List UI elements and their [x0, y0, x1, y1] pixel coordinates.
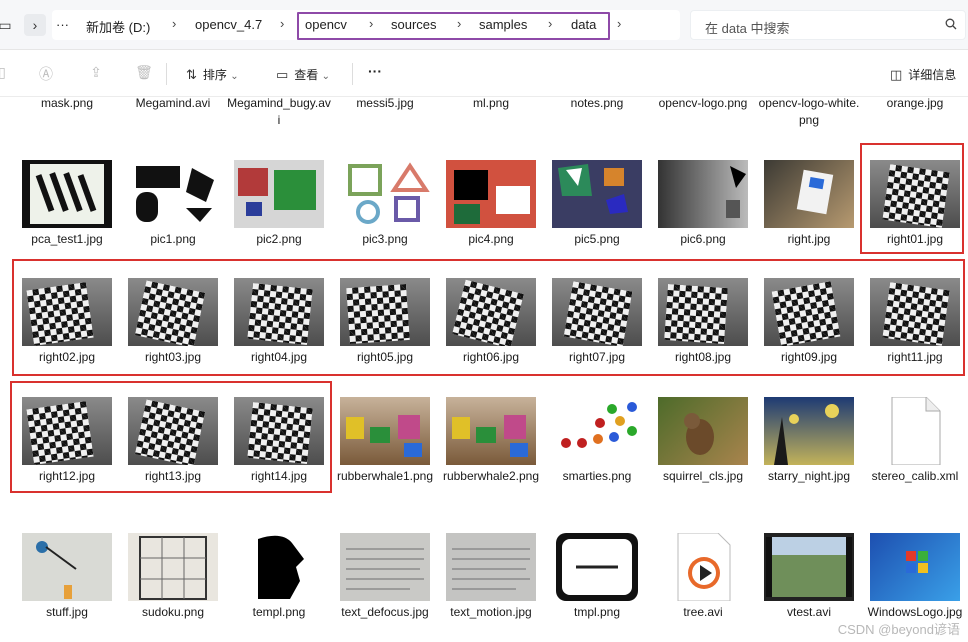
file-thumbnail: [340, 533, 430, 601]
expand-chevron-icon[interactable]: ›: [24, 14, 46, 36]
chevron-right-icon[interactable]: ›: [172, 16, 176, 31]
share-icon[interactable]: ⇪: [86, 64, 106, 84]
file-thumbnail: [446, 160, 536, 228]
file-name: messi5.jpg: [356, 97, 414, 110]
crumb-samples[interactable]: samples: [479, 17, 527, 32]
toolbar-divider: [352, 63, 353, 85]
file-name: pic6.png: [680, 232, 726, 246]
pc-icon[interactable]: ▭: [0, 14, 16, 36]
annotation-highlight-box: [10, 381, 332, 493]
crumb-sources[interactable]: sources: [391, 17, 437, 32]
file-thumbnail: [552, 160, 642, 228]
file-name: templ.png: [252, 605, 306, 619]
file-thumbnail: [446, 397, 536, 465]
file-name: pic5.png: [574, 232, 620, 246]
annotation-highlight-box: [860, 143, 964, 254]
file-name: smarties.png: [562, 469, 632, 483]
file-name: stereo_calib.xml: [871, 469, 959, 483]
file-name: starry_night.jpg: [767, 469, 851, 483]
command-bar: ▯ Ⓐ ⇪ 🗑 ⇅ 排序 ⌄ ▭ 查看 ⌄ ··· ◫ 详细信息: [0, 51, 968, 97]
file-name: orange.jpg: [886, 97, 944, 110]
file-name: opencv-logo.png: [658, 97, 748, 110]
sort-label: 排序: [202, 68, 227, 82]
file-thumbnail: [234, 160, 324, 228]
file-name: tmpl.png: [573, 605, 621, 619]
chevron-right-icon[interactable]: ›: [280, 16, 284, 31]
view-label: 查看: [294, 68, 319, 82]
file-thumbnail: [870, 533, 960, 601]
file-name: pic3.png: [362, 232, 408, 246]
annotation-highlight-box: [12, 259, 965, 376]
file-thumbnail: [340, 160, 430, 228]
file-name: Megamind_bugy.avi: [227, 97, 331, 127]
rename-icon[interactable]: Ⓐ: [36, 64, 56, 84]
file-name: opencv-logo-white.png: [758, 97, 860, 127]
file-name: pca_test1.jpg: [31, 232, 103, 246]
sort-button[interactable]: ⇅ 排序 ⌄: [186, 66, 239, 83]
file-name: text_motion.jpg: [450, 605, 532, 619]
file-thumbnail: [658, 532, 748, 602]
file-thumbnail: [658, 397, 748, 465]
chevron-down-icon: ⌄: [230, 71, 239, 82]
crumb-opencv47[interactable]: opencv_4.7: [195, 17, 262, 32]
file-grid: mask.png Megamind.avi Megamind_bugy.avi mes…: [0, 97, 968, 642]
delete-icon[interactable]: 🗑: [134, 64, 154, 84]
chevron-down-icon: ⌄: [321, 71, 331, 82]
file-thumbnail: [552, 533, 642, 601]
file-name: pic4.png: [468, 232, 514, 246]
chevron-right-icon[interactable]: ›: [548, 16, 552, 31]
toolbar-divider: [166, 63, 167, 85]
file-thumbnail: [764, 397, 854, 465]
search-icon[interactable]: [945, 18, 957, 33]
details-icon: ◫: [890, 67, 903, 82]
crumb-drive[interactable]: 新加卷 (D:): [86, 17, 150, 36]
file-name: tree.avi: [683, 605, 723, 619]
file-thumbnail: [764, 160, 854, 228]
search-placeholder: 在 data 中搜索: [705, 21, 790, 36]
file-name: squirrel_cls.jpg: [662, 469, 744, 483]
file-name: rubberwhale1.png: [336, 469, 434, 483]
more-options-button[interactable]: ···: [368, 63, 382, 79]
details-label: 详细信息: [908, 68, 957, 82]
file-thumbnail: [764, 533, 854, 601]
file-name: pic1.png: [150, 232, 196, 246]
file-thumbnail: [446, 533, 536, 601]
address-row: ▭ › ··· 新加卷 (D:) › opencv_4.7 › opencv ›…: [0, 0, 968, 50]
file-thumbnail: [128, 533, 218, 601]
file-thumbnail: [234, 533, 324, 601]
file-name: notes.png: [570, 97, 624, 110]
file-thumbnail: [870, 396, 960, 466]
file-name: pic2.png: [256, 232, 302, 246]
chevron-right-icon[interactable]: ›: [369, 16, 373, 31]
overflow-icon[interactable]: ···: [56, 17, 69, 32]
file-name: stuff.jpg: [46, 605, 88, 619]
file-name: ml.png: [472, 97, 510, 110]
crumb-data[interactable]: data: [571, 17, 596, 32]
file-thumbnail: [552, 397, 642, 465]
copy-icon[interactable]: ▯: [0, 64, 12, 84]
view-icon: ▭: [276, 67, 289, 82]
file-name: sudoku.png: [141, 605, 205, 619]
file-name: right.jpg: [787, 232, 831, 246]
file-name: rubberwhale2.png: [442, 469, 540, 483]
view-button[interactable]: ▭ 查看 ⌄: [276, 66, 330, 83]
chevron-right-icon[interactable]: ›: [457, 16, 461, 31]
chevron-right-icon[interactable]: ›: [617, 16, 621, 31]
file-thumbnail: [340, 397, 430, 465]
crumb-opencv[interactable]: opencv: [305, 17, 347, 32]
file-thumbnail: [658, 160, 748, 228]
file-thumbnail: [128, 160, 218, 228]
file-name: mask.png: [40, 97, 94, 110]
file-name: text_defocus.jpg: [341, 605, 429, 619]
file-thumbnail: [22, 160, 112, 228]
watermark: CSDN @beyond谚语: [837, 622, 960, 637]
file-name: Megamind.avi: [135, 97, 211, 110]
search-input[interactable]: 在 data 中搜索: [690, 10, 966, 40]
sort-icon: ⇅: [186, 67, 197, 82]
details-pane-button[interactable]: ◫ 详细信息: [890, 66, 956, 83]
file-thumbnail: [22, 533, 112, 601]
